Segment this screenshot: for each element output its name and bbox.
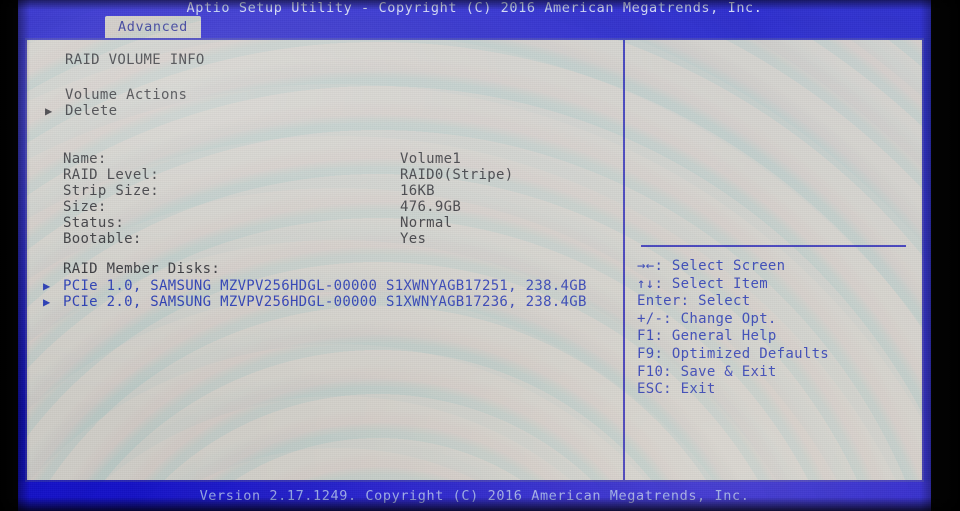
menu-item-delete[interactable]: Delete xyxy=(65,103,117,119)
submenu-arrow-icon: ▶ xyxy=(43,279,51,293)
help-pane: →←: Select Screen ↑↓: Select Item Enter:… xyxy=(627,40,922,480)
key-legend: →←: Select Screen ↑↓: Select Item Enter:… xyxy=(637,258,830,398)
settings-pane: RAID VOLUME INFO Volume Actions ▶ Delete… xyxy=(27,40,625,480)
bios-screen-photo: Aptio Setup Utility - Copyright (C) 2016… xyxy=(0,0,960,511)
raid-member-disk-item[interactable]: PCIe 2.0, SAMSUNG MZVPV256HDGL-00000 S1X… xyxy=(63,294,587,310)
version-text: Version 2.17.1249. Copyright (C) 2016 Am… xyxy=(199,488,750,504)
volume-info-values: Volume1 RAID0(Stripe) 16KB 476.9GB Norma… xyxy=(400,151,514,247)
bios-screen: Aptio Setup Utility - Copyright (C) 2016… xyxy=(18,0,931,511)
content-frame: RAID VOLUME INFO Volume Actions ▶ Delete… xyxy=(25,38,924,482)
volume-actions-heading: Volume Actions xyxy=(65,87,188,103)
tab-advanced[interactable]: Advanced xyxy=(105,16,201,38)
help-divider xyxy=(641,245,906,247)
submenu-arrow-icon: ▶ xyxy=(43,295,51,309)
raid-member-disk-item[interactable]: PCIe 1.0, SAMSUNG MZVPV256HDGL-00000 S1X… xyxy=(63,278,587,294)
title-bar: Aptio Setup Utility - Copyright (C) 2016… xyxy=(18,0,931,16)
raid-member-disks-heading: RAID Member Disks: xyxy=(63,261,221,277)
menu-bar: Advanced xyxy=(18,16,931,38)
page-title: RAID VOLUME INFO xyxy=(65,52,205,68)
volume-info-labels: Name: RAID Level: Strip Size: Size: Stat… xyxy=(63,151,160,247)
submenu-arrow-icon: ▶ xyxy=(45,104,53,118)
status-bar: Version 2.17.1249. Copyright (C) 2016 Am… xyxy=(18,482,931,511)
